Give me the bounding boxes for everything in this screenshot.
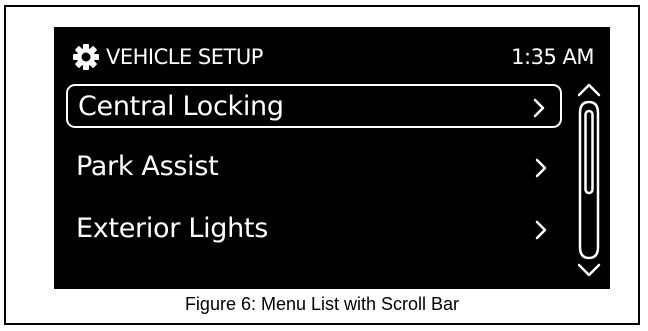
figure-caption: Figure 6: Menu List with Scroll Bar (184, 294, 460, 314)
scroll-bar[interactable] (569, 77, 609, 283)
chevron-up-icon (577, 83, 601, 97)
screen-header: VEHICLE SETUP 1:35 AM (72, 43, 602, 73)
chevron-right-icon (535, 158, 547, 178)
page-title: VEHICLE SETUP (106, 45, 263, 69)
clock-time: 1:35 AM (511, 45, 594, 69)
menu-item-label: Central Locking (78, 91, 284, 122)
vehicle-display-screen: VEHICLE SETUP 1:35 AM Central Locking Pa… (54, 27, 610, 289)
menu-item-exterior-lights[interactable]: Exterior Lights (66, 208, 562, 252)
chevron-right-icon (535, 220, 547, 240)
gear-icon (73, 44, 99, 70)
scroll-thumb (584, 109, 594, 195)
chevron-right-icon (533, 98, 545, 118)
scroll-track (578, 100, 600, 260)
chevron-down-icon (577, 263, 601, 277)
menu-item-central-locking[interactable]: Central Locking (66, 84, 562, 128)
figure-frame: VEHICLE SETUP 1:35 AM Central Locking Pa… (4, 5, 640, 325)
menu-item-park-assist[interactable]: Park Assist (66, 146, 562, 190)
menu-item-label: Park Assist (76, 151, 219, 182)
menu-item-label: Exterior Lights (76, 213, 268, 244)
